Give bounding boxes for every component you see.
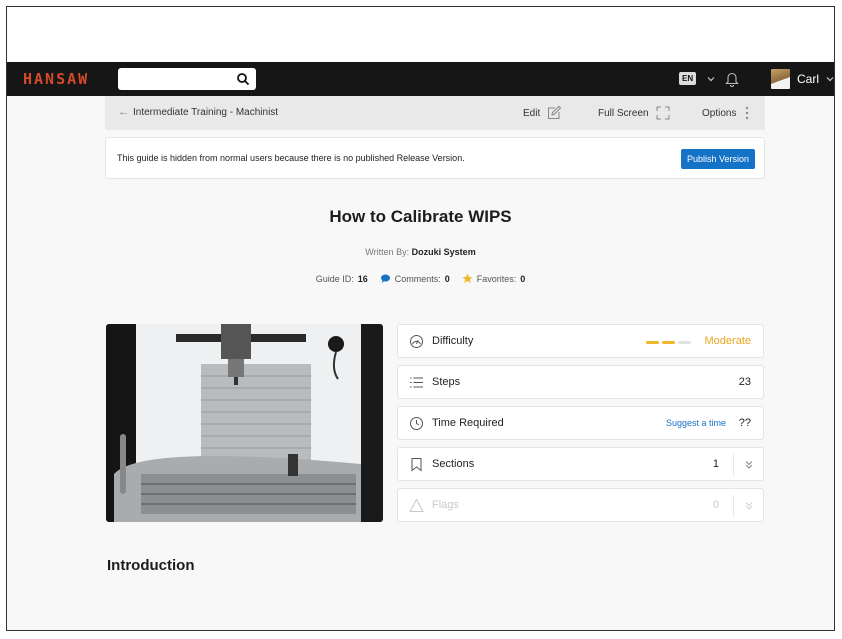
flags-expand-button[interactable] (733, 495, 763, 517)
time-required-row: Time Required Suggest a time ?? (397, 406, 764, 440)
breadcrumb[interactable]: Intermediate Training - Machinist (133, 107, 278, 118)
clock-icon (410, 417, 423, 430)
guide-meta: Guide ID: 16 Comments: 0 Favorites: 0 (7, 273, 834, 284)
steps-row: Steps 23 (397, 365, 764, 399)
more-vertical-icon (746, 106, 749, 120)
options-label: Options (702, 107, 737, 119)
user-name: Carl (797, 72, 820, 86)
author-line: Written By: Dozuki System (7, 247, 834, 257)
time-required-value: ?? (738, 417, 751, 429)
options-button[interactable]: Options (702, 105, 752, 121)
fullscreen-icon (656, 106, 670, 120)
difficulty-meter (646, 341, 691, 344)
chevron-down-icon (826, 77, 834, 82)
comments-link[interactable]: Comments: 0 (380, 273, 450, 284)
full-screen-button[interactable]: Full Screen (598, 105, 671, 121)
top-navbar: HANSAW EN Carl (7, 62, 834, 96)
search-input[interactable] (118, 68, 256, 90)
brand-logo[interactable]: HANSAW (23, 70, 89, 88)
sections-row: Sections 1 (397, 447, 764, 481)
machine-illustration (106, 324, 383, 522)
bell-icon[interactable] (724, 70, 740, 88)
user-menu[interactable]: Carl (797, 72, 834, 86)
suggest-time-link[interactable]: Suggest a time (666, 418, 726, 428)
time-required-label: Time Required (432, 417, 504, 429)
unpublished-notice: This guide is hidden from normal users b… (105, 137, 765, 179)
comments-count: 0 (444, 273, 450, 284)
arrow-left-icon[interactable]: ← (118, 106, 129, 118)
language-selector[interactable]: EN (679, 72, 716, 85)
flags-value: 0 (712, 499, 719, 511)
flags-label: Flags (432, 499, 459, 511)
favorites-label: Favorites: (476, 273, 517, 284)
difficulty-pip (646, 341, 659, 344)
written-by-label: Written By: (365, 247, 410, 257)
guide-id: Guide ID: 16 (316, 273, 368, 284)
gauge-icon (410, 335, 423, 348)
full-screen-label: Full Screen (598, 107, 649, 119)
publish-version-button[interactable]: Publish Version (680, 149, 755, 169)
search-icon[interactable] (236, 72, 250, 86)
flags-row: Flags 0 (397, 488, 764, 522)
edit-label: Edit (523, 107, 541, 119)
list-icon (410, 377, 423, 388)
difficulty-row: Difficulty Moderate (397, 324, 764, 358)
chevron-down-icon (707, 76, 715, 81)
introduction-heading: Introduction (107, 557, 195, 574)
star-icon (462, 273, 473, 283)
language-badge: EN (679, 72, 697, 85)
double-chevron-down-icon (745, 502, 752, 510)
sections-label: Sections (432, 458, 475, 470)
pencil-icon (548, 105, 562, 119)
sections-expand-button[interactable] (733, 454, 763, 476)
steps-value: 23 (738, 376, 751, 388)
author-name[interactable]: Dozuki System (412, 247, 476, 257)
warning-icon (409, 498, 424, 512)
edit-button[interactable]: Edit (523, 105, 562, 121)
guide-image[interactable] (106, 324, 383, 522)
comments-label: Comments: (394, 273, 441, 284)
guide-id-label: Guide ID: (315, 273, 354, 284)
difficulty-value: Moderate (704, 335, 751, 347)
page-title: How to Calibrate WIPS (329, 207, 512, 226)
sections-value: 1 (712, 458, 719, 470)
notice-text: This guide is hidden from normal users b… (117, 153, 465, 163)
guide-id-value: 16 (357, 273, 368, 284)
guide-toolbar: ← Intermediate Training - Machinist Edit… (105, 96, 765, 130)
difficulty-label: Difficulty (432, 335, 474, 347)
comment-icon (380, 274, 390, 283)
difficulty-pip (678, 341, 691, 344)
steps-label: Steps (432, 376, 461, 388)
favorites-count: 0 (520, 273, 526, 284)
difficulty-pip (662, 341, 675, 344)
favorites-link[interactable]: Favorites: 0 (462, 273, 526, 284)
double-chevron-down-icon (745, 461, 752, 469)
bookmark-icon (411, 458, 422, 472)
browser-frame: HANSAW EN Carl ← Intermediate Training -… (6, 6, 835, 631)
avatar[interactable] (771, 69, 790, 89)
